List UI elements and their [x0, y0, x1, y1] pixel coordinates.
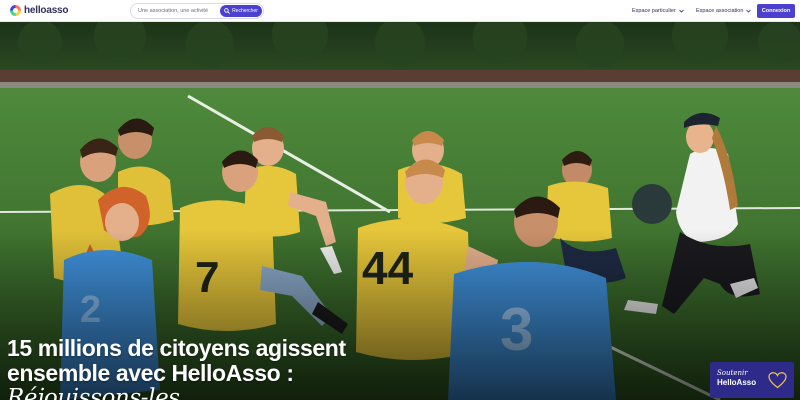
logo-icon: [10, 5, 21, 16]
nav-espace-association[interactable]: Espace association: [696, 0, 752, 22]
login-button[interactable]: Connexion: [757, 4, 795, 18]
search-button-label: Rechercher: [232, 8, 258, 14]
search-button[interactable]: Rechercher: [220, 5, 262, 17]
search-icon: [224, 8, 230, 14]
chevron-down-icon: [678, 9, 684, 13]
support-helloasso-button[interactable]: Soutenir HelloAsso: [710, 362, 794, 398]
support-text: Soutenir HelloAsso: [717, 368, 756, 388]
hero-title-line2: ensemble avec HelloAsso :: [7, 360, 294, 386]
support-line2: HelloAsso: [717, 378, 757, 387]
search-bar: Rechercher: [130, 3, 264, 19]
hero-title-line3: Réjouissons-les: [7, 385, 180, 400]
nav-association-label: Espace association: [696, 8, 744, 14]
search-input[interactable]: [138, 5, 222, 17]
hero-title-line1: 15 millions de citoyens agissent: [7, 335, 346, 361]
support-line1: Soutenir: [717, 369, 748, 377]
hero-title: 15 millions de citoyens agissent ensembl…: [7, 336, 427, 400]
helloasso-logo[interactable]: helloasso: [10, 0, 69, 22]
top-navbar: helloasso Rechercher Espace particulier …: [0, 0, 800, 22]
chevron-down-icon: [746, 9, 752, 13]
heart-icon: [768, 372, 787, 389]
logo-text: helloasso: [24, 5, 69, 16]
nav-espace-particulier[interactable]: Espace particulier: [632, 0, 684, 22]
nav-particulier-label: Espace particulier: [632, 8, 676, 14]
hero-banner: 2 7 44 3 15 millions de citoyens agissen…: [0, 22, 800, 400]
